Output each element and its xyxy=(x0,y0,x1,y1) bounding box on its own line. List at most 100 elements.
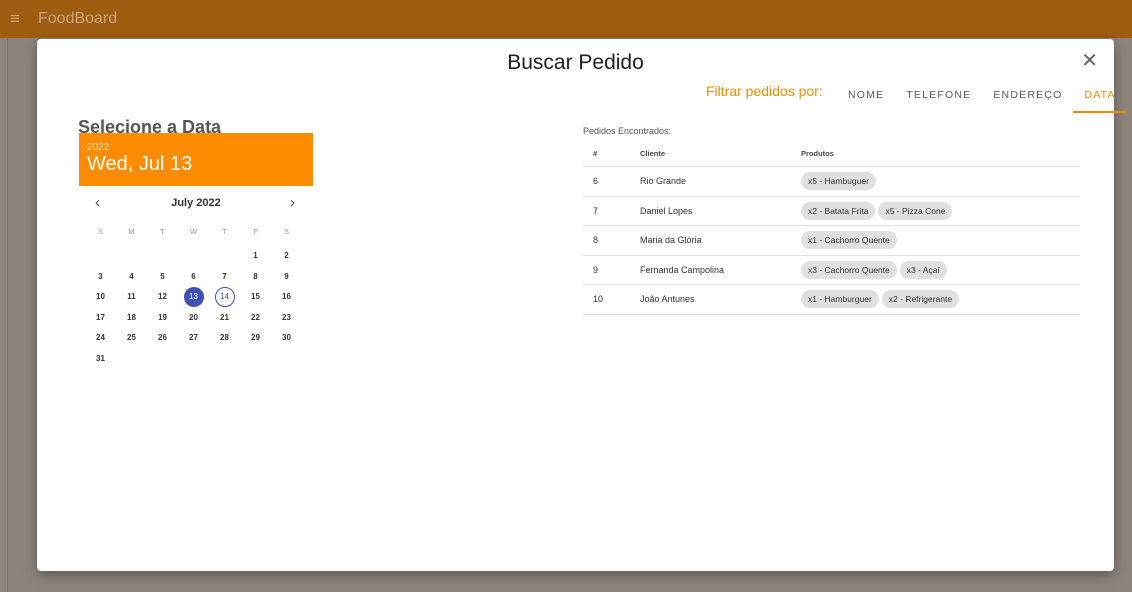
calendar-day-label: 4 xyxy=(129,271,134,281)
calendar-day[interactable]: 20 xyxy=(178,307,209,328)
calendar-day-label: 16 xyxy=(282,292,291,302)
calendar-day[interactable]: 29 xyxy=(240,328,271,349)
calendar-day[interactable]: 11 xyxy=(116,287,147,308)
calendar-day-selected[interactable]: 13 xyxy=(178,286,209,308)
calendar-grid: S M T W T F S 1 2 3 4 5 6 7 8 9 10 11 12 13 14 15 16 17 18 19 20 21… xyxy=(85,221,302,369)
calendar-day-label: 22 xyxy=(251,312,260,322)
product-chip[interactable]: x1 - Hamburguer xyxy=(801,290,879,309)
calendar-empty xyxy=(116,246,147,267)
calendar-empty xyxy=(271,348,302,369)
table-row[interactable]: 10 João Antunes x1 - Hamburguer x2 - Refrig… xyxy=(583,285,1080,315)
order-client: Maria da Glória xyxy=(640,235,702,246)
order-client: Rio Grande xyxy=(640,176,687,187)
calendar-day[interactable]: 17 xyxy=(85,307,116,328)
calendar-empty xyxy=(178,246,209,267)
calendar-day-label: 19 xyxy=(158,312,167,322)
table-row[interactable]: 7 Daniel Lopes x2 - Batata Frita x5 - Pizza… xyxy=(583,197,1080,226)
close-icon[interactable]: ✕ xyxy=(1081,51,1098,71)
calendar-day[interactable]: 8 xyxy=(240,266,271,287)
order-products: x2 - Batata Frita x5 - Pizza Cone xyxy=(801,201,1080,220)
calendar-week: 3 4 5 6 7 8 9 xyxy=(85,266,302,287)
chevron-right-icon[interactable]: › xyxy=(290,194,295,211)
calendar-day-label: 21 xyxy=(220,312,229,322)
product-chip[interactable]: x1 - Cachorro Quente xyxy=(801,231,897,250)
calendar-day-label: 2 xyxy=(284,251,289,261)
calendar-day-label: 28 xyxy=(220,333,229,343)
calendar-day-label: 12 xyxy=(158,292,167,302)
tab-nome[interactable]: NOME xyxy=(837,83,895,109)
product-chip[interactable]: x5 - Pizza Cone xyxy=(878,201,953,220)
calendar-day-label: 27 xyxy=(189,333,198,343)
weekday-label: W xyxy=(189,226,198,236)
table-header: # Cliente Produtos xyxy=(583,140,1080,167)
calendar-day[interactable]: 16 xyxy=(271,287,302,308)
calendar-day[interactable]: 4 xyxy=(116,266,147,287)
table-row[interactable]: 6 Rio Grande x5 - Hambuguer xyxy=(583,167,1080,197)
calendar-day[interactable]: 2 xyxy=(271,246,302,267)
search-order-dialog: Buscar Pedido ✕ Filtrar pedidos por: NOM… xyxy=(37,39,1127,571)
date-picker-header: 2022 Wed, Jul 13 xyxy=(79,133,313,186)
calendar-day[interactable]: 23 xyxy=(271,307,302,328)
results-label: Pedidos Encontrados: xyxy=(583,126,672,136)
calendar-day[interactable]: 24 xyxy=(85,328,116,349)
calendar-day[interactable]: 28 xyxy=(209,328,240,349)
table-body: 6 Rio Grande x5 - Hambuguer 7 Daniel Lopes x2… xyxy=(583,167,1080,315)
app-bar: ≡ FoodBoard xyxy=(0,0,1132,38)
product-chip[interactable]: x2 - Batata Frita xyxy=(801,201,876,220)
calendar-day[interactable]: 10 xyxy=(85,287,116,308)
calendar-day-today[interactable]: 14 xyxy=(209,286,240,308)
calendar-day-label: 7 xyxy=(222,271,227,281)
calendar-day-label: 11 xyxy=(127,292,136,302)
calendar-week: 12 xyxy=(85,246,302,267)
calendar-empty xyxy=(240,348,271,369)
calendar-day-label: 1 xyxy=(253,251,258,261)
calendar-day[interactable]: 26 xyxy=(147,328,178,349)
picker-year[interactable]: 2022 xyxy=(87,142,109,153)
calendar-day[interactable]: 27 xyxy=(178,328,209,349)
calendar-day[interactable]: 31 xyxy=(85,348,116,369)
order-client: João Antunes xyxy=(640,294,695,305)
product-chip[interactable]: x3 - Cachorro Quente xyxy=(801,260,897,279)
order-client: Fernanda Campolina xyxy=(640,264,725,275)
tab-endereco[interactable]: ENDEREÇO xyxy=(982,83,1073,109)
product-chip[interactable]: x3 - Açaí xyxy=(899,260,947,279)
table-row[interactable]: 9 Fernanda Campolina x3 - Cachorro Quente x… xyxy=(583,256,1080,285)
calendar-day[interactable]: 25 xyxy=(116,328,147,349)
calendar-day[interactable]: 15 xyxy=(240,287,271,308)
calendar-week: 31 xyxy=(85,348,302,369)
calendar-day[interactable]: 12 xyxy=(147,287,178,308)
calendar-day[interactable]: 9 xyxy=(271,266,302,287)
calendar-day-label: 9 xyxy=(284,271,289,281)
calendar-day-label: 13 xyxy=(183,286,204,307)
calendar-day-label: 18 xyxy=(127,312,136,322)
calendar-day-label: 10 xyxy=(96,292,105,302)
calendar-empty xyxy=(209,246,240,267)
app-brand[interactable]: FoodBoard xyxy=(38,10,117,28)
product-chip[interactable]: x2 - Refrigerante xyxy=(881,290,960,309)
calendar-day[interactable]: 19 xyxy=(147,307,178,328)
menu-icon[interactable]: ≡ xyxy=(10,10,20,27)
product-chip[interactable]: x5 - Hambuguer xyxy=(801,172,876,191)
tab-data[interactable]: DATA xyxy=(1073,83,1127,113)
calendar-day[interactable]: 3 xyxy=(85,266,116,287)
order-products: x5 - Hambuguer xyxy=(801,172,1080,191)
calendar-day[interactable]: 5 xyxy=(147,266,178,287)
calendar-day[interactable]: 6 xyxy=(178,266,209,287)
calendar-day-label: 5 xyxy=(160,271,165,281)
calendar-empty xyxy=(116,348,147,369)
order-number: 9 xyxy=(593,264,599,275)
calendar-day[interactable]: 30 xyxy=(271,328,302,349)
dialog-title: Buscar Pedido xyxy=(507,51,644,74)
picker-selected-date: Wed, Jul 13 xyxy=(87,153,193,175)
month-navigation: ‹ July 2022 › xyxy=(79,194,313,214)
calendar-day-label: 17 xyxy=(96,312,105,322)
table-row[interactable]: 8 Maria da Glória x1 - Cachorro Quente xyxy=(583,226,1080,256)
calendar-day[interactable]: 1 xyxy=(240,246,271,267)
tab-telefone[interactable]: TELEFONE xyxy=(895,83,982,109)
calendar-day[interactable]: 22 xyxy=(240,307,271,328)
calendar-day[interactable]: 18 xyxy=(116,307,147,328)
month-label[interactable]: July 2022 xyxy=(79,197,313,209)
header-client: Cliente xyxy=(640,148,666,158)
calendar-day[interactable]: 7 xyxy=(209,266,240,287)
calendar-day[interactable]: 21 xyxy=(209,307,240,328)
